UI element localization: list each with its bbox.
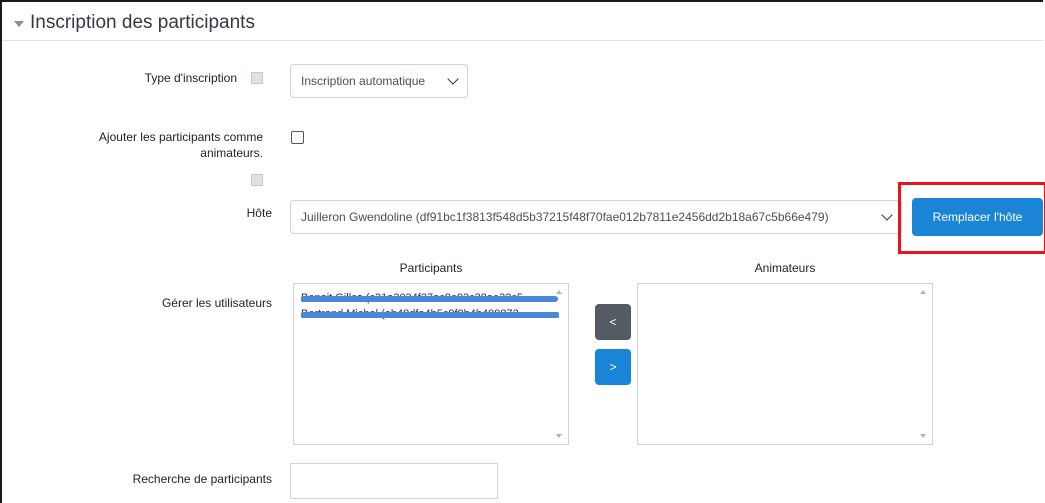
participants-listbox[interactable]: Benoit Gilles (c31a3034f37ac8e93c38ae32c… [293, 283, 569, 445]
search-participants-input[interactable] [290, 463, 498, 499]
ajouter-animateurs-label: Ajouter les participants comme animateur… [99, 129, 263, 161]
section-divider [2, 40, 1043, 41]
ajouter-animateurs-checkbox[interactable] [291, 131, 304, 144]
ajouter-animateurs-label-line2: animateurs. [200, 146, 263, 160]
hote-label: Hôte [246, 206, 272, 220]
scroll-down-icon[interactable] [920, 434, 926, 438]
move-right-button[interactable]: > [595, 349, 631, 385]
help-icon[interactable] [251, 174, 263, 186]
redaction-mark [301, 296, 558, 302]
section-title: Inscription des participants [30, 12, 255, 33]
type-inscription-label: Type d'inscription [145, 70, 263, 86]
scroll-down-icon[interactable] [556, 434, 562, 438]
animateurs-listbox[interactable] [637, 283, 933, 445]
recherche-label: Recherche de participants [132, 472, 272, 486]
type-inscription-select[interactable]: Inscription automatique [290, 64, 468, 98]
chevron-down-icon [447, 73, 459, 85]
type-inscription-label-text: Type d'inscription [144, 71, 237, 85]
section-header[interactable]: Inscription des participants [14, 12, 255, 34]
move-left-button[interactable]: < [595, 304, 631, 340]
scroll-up-icon[interactable] [556, 290, 562, 294]
list-item[interactable]: Bertrand Michel (ab48dfa4b5c9f8b4b499872 [301, 308, 559, 320]
ajouter-animateurs-label-line1: Ajouter les participants comme [98, 130, 263, 144]
chevron-down-icon [881, 209, 893, 221]
hote-value: Juilleron Gwendoline (df91bc1f3813f548d5… [301, 210, 829, 224]
redaction-mark [301, 312, 559, 318]
gerer-utilisateurs-label: Gérer les utilisateurs [161, 296, 272, 310]
replace-host-button[interactable]: Remplacer l'hôte [912, 198, 1043, 236]
list-item[interactable]: Benoit Gilles (c31a3034f37ac8e93c38ae32c… [301, 292, 559, 304]
animateurs-header: Animateurs [754, 261, 816, 275]
page-frame: Inscription des participants Type d'insc… [0, 0, 1045, 503]
hote-select[interactable]: Juilleron Gwendoline (df91bc1f3813f548d5… [290, 200, 902, 234]
participants-header: Participants [399, 261, 463, 275]
type-inscription-value: Inscription automatique [301, 74, 426, 88]
scroll-up-icon[interactable] [920, 290, 926, 294]
help-icon[interactable] [251, 71, 263, 84]
caret-down-icon[interactable] [14, 21, 24, 27]
